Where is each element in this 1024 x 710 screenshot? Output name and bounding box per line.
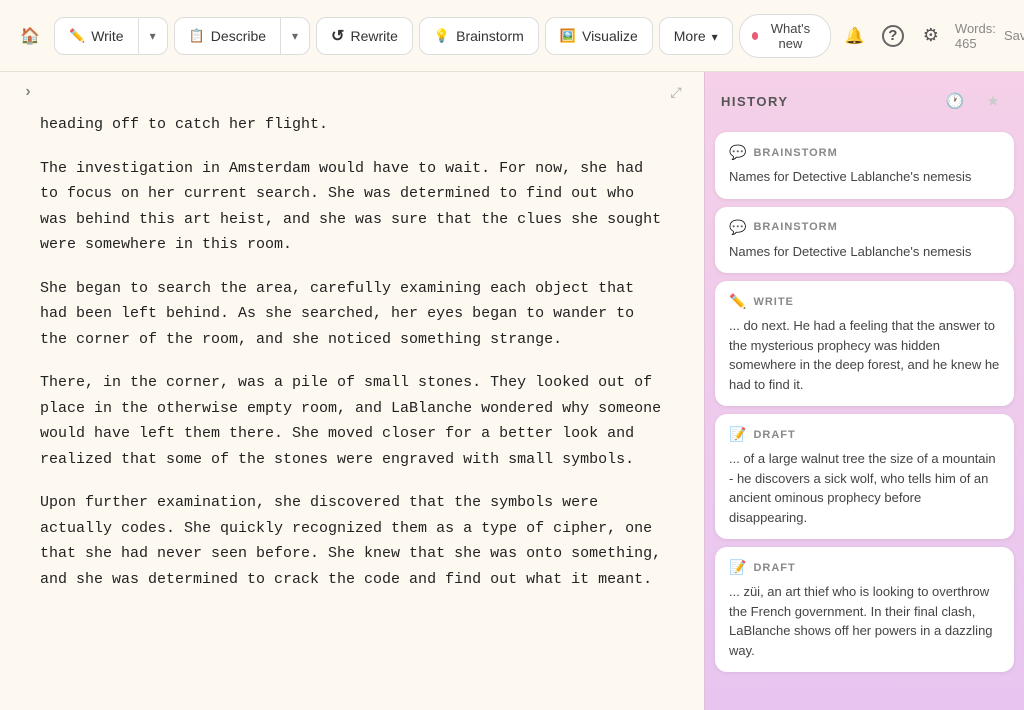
- write-label: Write: [91, 28, 123, 44]
- star-icon: [986, 92, 999, 111]
- rewrite-label: Rewrite: [350, 28, 397, 44]
- settings-icon: [923, 25, 939, 46]
- card-type-label: BRAINSTORM: [753, 221, 837, 233]
- editor-paragraph-3: She began to search the area, carefully …: [40, 276, 664, 353]
- collapse-icon: [25, 83, 30, 101]
- saved-status: Saved: [1004, 28, 1024, 43]
- write-button-group: Write: [54, 17, 168, 55]
- chevron-down-icon: [150, 29, 156, 43]
- card-content: ... of a large walnut tree the size of a…: [729, 449, 1000, 527]
- brainstorm-icon: [434, 27, 450, 44]
- help-icon: ?: [882, 25, 904, 47]
- paragraph-text: heading off to catch her flight.: [40, 116, 328, 133]
- card-content: ... züi, an art thief who is looking to …: [729, 582, 1000, 660]
- history-items-list: BRAINSTORM Names for Detective Lablanche…: [705, 126, 1024, 710]
- paragraph-text: There, in the corner, was a pile of smal…: [40, 374, 661, 468]
- history-card-5[interactable]: DRAFT ... züi, an art thief who is looki…: [715, 547, 1014, 672]
- history-card-3[interactable]: WRITE ... do next. He had a feeling that…: [715, 281, 1014, 406]
- main-content: heading off to catch her flight. The inv…: [0, 72, 1024, 710]
- card-content: ... do next. He had a feeling that the a…: [729, 316, 1000, 394]
- sidebar-title: HISTORY: [721, 94, 789, 109]
- card-type-row: BRAINSTORM: [729, 144, 1000, 161]
- document-stats: Words: 465 Saved: [955, 21, 1024, 51]
- card-type-label: DRAFT: [753, 429, 795, 441]
- history-sidebar: HISTORY BRAINSTORM Names for Detective L…: [704, 72, 1024, 710]
- history-star-button[interactable]: [978, 86, 1008, 116]
- paragraph-text: She began to search the area, carefully …: [40, 280, 634, 348]
- editor-pane[interactable]: heading off to catch her flight. The inv…: [0, 72, 704, 710]
- describe-button-group: Describe: [174, 17, 310, 55]
- resize-icon: [670, 84, 681, 101]
- editor-content[interactable]: heading off to catch her flight. The inv…: [0, 112, 704, 650]
- chevron-down-icon: [292, 29, 298, 43]
- bell-icon: [845, 25, 865, 46]
- rewrite-icon: [331, 26, 344, 46]
- describe-button[interactable]: Describe: [175, 18, 281, 54]
- home-icon: [20, 24, 40, 47]
- settings-button[interactable]: [917, 19, 945, 53]
- more-button[interactable]: More: [659, 17, 733, 55]
- brainstorm-label: Brainstorm: [456, 28, 524, 44]
- write-icon: [69, 27, 85, 44]
- whats-new-label: What's new: [763, 21, 817, 51]
- rewrite-button[interactable]: Rewrite: [316, 17, 413, 55]
- card-content: Names for Detective Lablanche's nemesis: [729, 167, 1000, 187]
- history-card-4[interactable]: DRAFT ... of a large walnut tree the siz…: [715, 414, 1014, 539]
- editor-paragraph-5: Upon further examination, she discovered…: [40, 490, 664, 592]
- card-content: Names for Detective Lablanche's nemesis: [729, 242, 1000, 262]
- editor-paragraph-1: heading off to catch her flight.: [40, 112, 664, 138]
- describe-icon: [189, 27, 205, 44]
- paragraph-text: The investigation in Amsterdam would hav…: [40, 160, 661, 254]
- card-type-row: DRAFT: [729, 559, 1000, 576]
- sidebar-header: HISTORY: [705, 72, 1024, 126]
- editor-paragraph-2: The investigation in Amsterdam would hav…: [40, 156, 664, 258]
- editor-paragraph-4: There, in the corner, was a pile of smal…: [40, 370, 664, 472]
- describe-dropdown-button[interactable]: [281, 18, 309, 54]
- brainstorm-card-icon: [729, 219, 746, 236]
- visualize-label: Visualize: [582, 28, 638, 44]
- new-indicator: [752, 32, 759, 40]
- card-type-row: BRAINSTORM: [729, 219, 1000, 236]
- history-card-2[interactable]: BRAINSTORM Names for Detective Lablanche…: [715, 207, 1014, 274]
- home-button[interactable]: [12, 18, 48, 54]
- editor-resize-button[interactable]: [664, 80, 688, 104]
- brainstorm-card-icon: [729, 144, 746, 161]
- editor-header: [0, 72, 704, 112]
- card-type-label: WRITE: [753, 296, 793, 308]
- brainstorm-button[interactable]: Brainstorm: [419, 17, 539, 55]
- clock-icon: [946, 92, 965, 111]
- sidebar-controls: [940, 86, 1008, 116]
- toolbar-right: What's new ? Words: 465 Saved: [739, 14, 1024, 58]
- visualize-button[interactable]: Visualize: [545, 17, 653, 55]
- write-dropdown-button[interactable]: [139, 18, 167, 54]
- chevron-down-icon: [712, 28, 718, 44]
- write-button[interactable]: Write: [55, 18, 139, 54]
- describe-label: Describe: [211, 28, 266, 44]
- help-button[interactable]: ?: [879, 19, 907, 53]
- whats-new-button[interactable]: What's new: [739, 14, 831, 58]
- more-label: More: [674, 28, 706, 44]
- visualize-icon: [560, 27, 576, 44]
- write-card-icon: [729, 293, 746, 310]
- notifications-button[interactable]: [841, 19, 869, 53]
- paragraph-text: Upon further examination, she discovered…: [40, 494, 661, 588]
- card-type-label: BRAINSTORM: [753, 147, 837, 159]
- card-type-row: WRITE: [729, 293, 1000, 310]
- draft-card-icon: [729, 426, 746, 443]
- editor-collapse-button[interactable]: [16, 80, 40, 104]
- draft-card-icon: [729, 559, 746, 576]
- history-card-1[interactable]: BRAINSTORM Names for Detective Lablanche…: [715, 132, 1014, 199]
- card-type-label: DRAFT: [753, 562, 795, 574]
- card-type-row: DRAFT: [729, 426, 1000, 443]
- toolbar: Write Describe Rewrite Brainstorm: [0, 0, 1024, 72]
- toolbar-left: Write Describe Rewrite Brainstorm: [12, 17, 733, 55]
- word-count: Words: 465: [955, 21, 1000, 51]
- history-clock-button[interactable]: [940, 86, 970, 116]
